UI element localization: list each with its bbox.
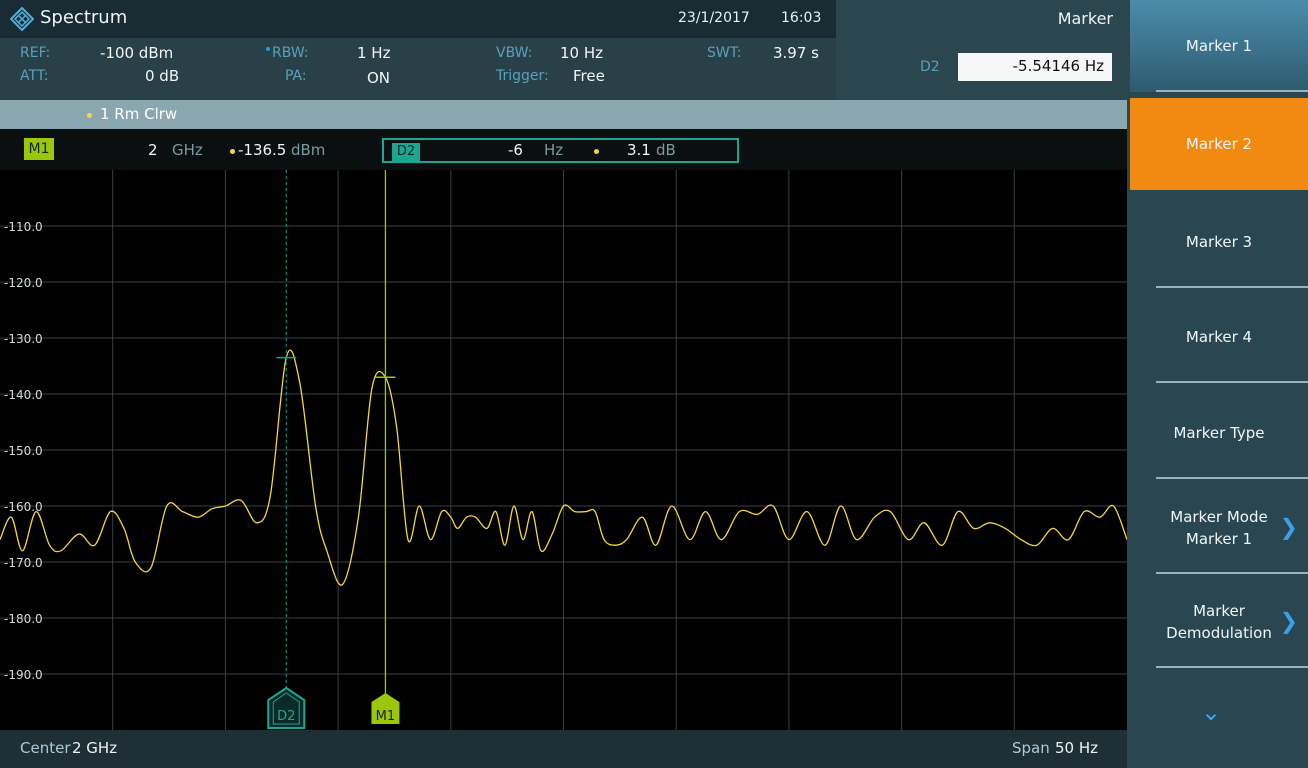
trigger-label: Trigger:: [496, 68, 549, 84]
d2-tag: D2: [392, 143, 420, 161]
m1-level-unit: dBm: [291, 141, 326, 159]
m1-tag[interactable]: M1: [24, 138, 54, 160]
rbw-label: RBW:: [272, 45, 309, 61]
y-tick-label: -170.0: [4, 556, 43, 570]
chevron-right-icon: ❯: [1279, 609, 1298, 635]
span-value[interactable]: 50 Hz: [1055, 739, 1098, 757]
softkey-marker-3[interactable]: Marker 3: [1130, 196, 1308, 288]
y-tick-label: -140.0: [4, 388, 43, 402]
spectrum-plot[interactable]: -110.0-120.0-130.0-140.0-150.0-160.0-170…: [0, 170, 1127, 730]
d2-level-unit: dB: [656, 141, 676, 159]
softkey-label: Marker 2: [1185, 135, 1253, 153]
softkey-marker-type[interactable]: Marker Type: [1130, 387, 1308, 479]
y-tick-label: -180.0: [4, 612, 43, 626]
softkey-marker-2[interactable]: Marker 2: [1130, 98, 1308, 190]
d2-freq-unit: Hz: [544, 141, 564, 159]
m1-level: -136.5: [238, 141, 287, 159]
separator: [1156, 90, 1308, 92]
m1-freq: 2: [148, 141, 158, 159]
title-bar: Spectrum 23/1/2017 16:03 Marker: [0, 0, 1127, 38]
separator: [1156, 286, 1308, 288]
marker-menu-title: Marker: [1057, 9, 1113, 28]
chevron-right-icon: ❯: [1279, 515, 1298, 541]
vbw-label: VBW:: [496, 45, 533, 61]
swt-value[interactable]: 3.97 s: [773, 44, 819, 62]
m1-marker-tag-label: M1: [376, 709, 396, 724]
chevron-down-icon: ⌄: [1201, 698, 1222, 726]
ref-value[interactable]: -100 dBm: [100, 44, 173, 62]
softkey-marker-mode[interactable]: Marker Mode Marker 1 ❯: [1130, 482, 1308, 574]
softkey-marker-1[interactable]: Marker 1: [1130, 0, 1308, 92]
app-title: Spectrum: [40, 7, 128, 28]
d2-freq: -6: [508, 141, 523, 159]
rbw-indicator-icon: [266, 47, 270, 51]
y-tick-label: -130.0: [4, 332, 43, 346]
center-value[interactable]: 2 GHz: [72, 739, 117, 757]
d2-trace-dot-icon: [594, 149, 599, 154]
softkey-marker-demodulation[interactable]: Marker Demodulation ❯: [1130, 576, 1308, 668]
d2-readout[interactable]: D2 -6 Hz 3.1 dB: [382, 138, 739, 163]
pa-value[interactable]: ON: [367, 69, 390, 87]
center-label: Center: [20, 739, 71, 757]
d2-frequency-input[interactable]: -5.54146 Hz: [958, 53, 1112, 81]
separator: [1156, 381, 1308, 383]
rohde-schwarz-logo-icon: [10, 7, 34, 31]
trace-color-icon: [87, 113, 92, 118]
softkey-label: Marker 4: [1185, 328, 1253, 346]
date-label: 23/1/2017: [678, 10, 750, 26]
vbw-value[interactable]: 10 Hz: [560, 44, 603, 62]
trigger-value[interactable]: Free: [573, 67, 605, 85]
d2-entry-label: D2: [920, 59, 940, 75]
span-label: Span: [1012, 739, 1050, 757]
att-value[interactable]: 0 dB: [145, 67, 179, 85]
frequency-footer: Center 2 GHz Span 50 Hz: [0, 730, 1127, 768]
pa-label: PA:: [285, 68, 307, 84]
marker-readout-bar: M1 2 GHz -136.5 dBm D2 -6 Hz 3.1 dB: [0, 129, 1127, 170]
y-tick-label: -190.0: [4, 668, 43, 682]
softkey-label: Marker 1: [1185, 37, 1253, 55]
marker-menu-header: Marker: [836, 0, 1127, 38]
d2-marker-tag-label: D2: [277, 709, 295, 724]
separator: [1156, 477, 1308, 479]
m1-trace-dot-icon: [230, 149, 235, 154]
spectrum-display: Spectrum 23/1/2017 16:03 Marker REF: -10…: [0, 0, 1127, 768]
softkey-marker-4[interactable]: Marker 4: [1130, 291, 1308, 383]
swt-label: SWT:: [707, 45, 742, 61]
d2-level: 3.1: [627, 141, 651, 159]
more-softkeys-button[interactable]: ⌄: [1127, 668, 1308, 768]
y-tick-label: -150.0: [4, 444, 43, 458]
y-tick-label: -110.0: [4, 220, 43, 234]
softkey-label: Marker 3: [1185, 233, 1253, 251]
att-label: ATT:: [20, 68, 49, 84]
softkey-label: Marker Type: [1173, 424, 1265, 442]
rbw-value[interactable]: 1 Hz: [357, 44, 390, 62]
separator: [1156, 572, 1308, 574]
trace-mode-label[interactable]: 1 Rm Clrw: [100, 105, 177, 123]
softkey-panel: Marker 1 Marker 2 Marker 3 Marker 4 Mark…: [1127, 0, 1308, 768]
y-tick-label: -120.0: [4, 276, 43, 290]
time-label: 16:03: [781, 10, 822, 26]
measurement-parameters: REF: -100 dBm ATT: 0 dB RBW: 1 Hz PA: ON…: [0, 38, 1127, 100]
ref-label: REF:: [20, 45, 51, 61]
trace-info-bar: 1 Rm Clrw: [0, 100, 1127, 129]
m1-freq-unit: GHz: [172, 141, 203, 159]
